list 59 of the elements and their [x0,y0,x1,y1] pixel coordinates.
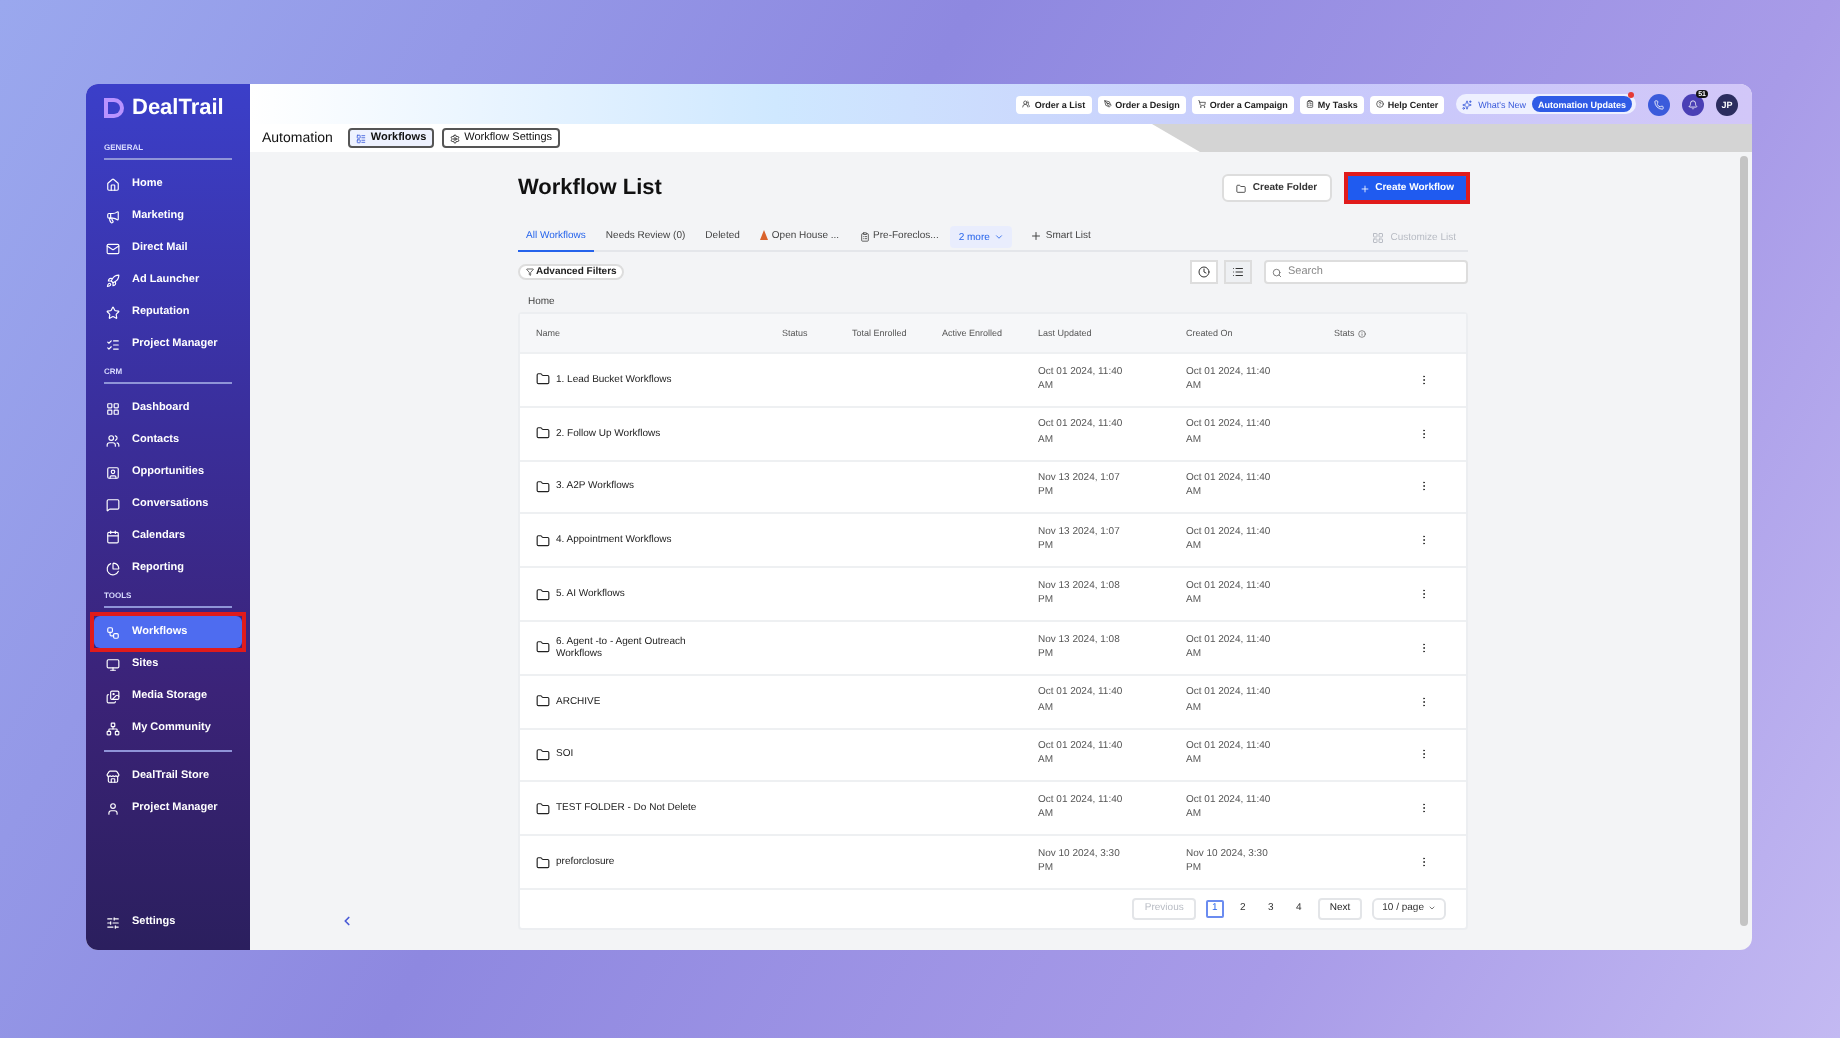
filter-icon [526,268,534,276]
action-icon [1305,100,1314,108]
settings-icon [450,133,461,143]
nav-icon [106,497,120,511]
nav-icon [106,209,120,223]
nav-icon [106,561,120,575]
nav-icon [106,801,120,815]
folder-icon [536,479,550,494]
page-title: Workflow List [518,176,662,200]
document-icon [859,231,870,241]
sparkle-icon [1462,99,1473,109]
folder-icon [536,747,550,762]
logo-icon [102,96,126,120]
action-icon [1375,100,1384,108]
folder-icon [536,533,550,548]
action-icon [1197,100,1206,108]
chevron-down-icon [993,232,1004,242]
phone-button[interactable] [1648,93,1670,115]
logo-text: DealTrail [132,96,224,120]
plus-icon [1359,183,1370,193]
history-button[interactable] [1190,260,1218,284]
folder-icon [536,587,550,602]
nav-icon [106,657,120,671]
phone-icon [1654,99,1664,109]
nav-icon [106,689,120,703]
nav-icon [106,305,120,319]
plus-icon [1029,230,1042,242]
clock-icon [1198,266,1210,278]
folder-icon [536,855,550,870]
nav-icon [106,337,120,351]
action-icon [1103,100,1112,108]
nav-icon [106,177,120,191]
folder-icon [536,372,550,387]
action-icon [1022,100,1031,108]
nav-icon [106,465,120,479]
list-icon [1232,266,1244,278]
nav-icon [106,769,120,783]
folder-icon [536,801,550,816]
nav-icon [106,433,120,447]
folder-icon [536,426,550,441]
nav-icon [106,625,120,639]
nav-icon [106,241,120,255]
grid-icon [1372,231,1385,243]
folder-icon [536,694,550,709]
highlight-frame [1343,172,1470,204]
collapse-button[interactable] [340,914,354,928]
settings-icon [106,915,120,929]
chevron-left-icon [340,914,354,928]
info-icon [1358,329,1367,337]
nav-icon [106,529,120,543]
list-view-button[interactable] [1224,260,1252,284]
folder-icon [536,640,550,655]
bell-icon [1688,99,1698,109]
notification-dot [1628,92,1634,98]
folder-icon [1236,183,1247,193]
nav-icon [106,273,120,287]
nav-icon [106,721,120,735]
nav-icon [106,401,120,415]
scrollbar[interactable] [1740,156,1748,926]
